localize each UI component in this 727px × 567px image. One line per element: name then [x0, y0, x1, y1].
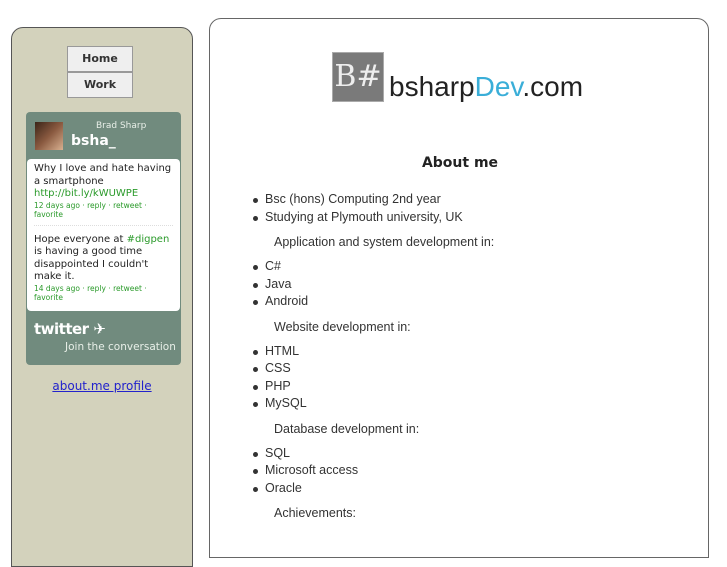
- tweet-text: Hope everyone at: [34, 233, 127, 245]
- tweet-time[interactable]: 14 days ago: [34, 284, 80, 293]
- section-heading: Application and system development in:: [274, 235, 495, 249]
- nav-work-button[interactable]: Work: [67, 72, 133, 98]
- list-item: Java: [253, 276, 494, 294]
- twitter-widget: Brad Sharp bsha_ Why I love and hate hav…: [26, 112, 181, 365]
- tweet-text: Why I love and hate having a smartphone: [34, 163, 172, 187]
- retweet-link[interactable]: retweet: [113, 284, 142, 293]
- section-heading: Website development in:: [274, 319, 411, 334]
- favorite-link[interactable]: favorite: [34, 293, 63, 302]
- tweet: Hope everyone at #digpen is having a goo…: [34, 224, 173, 308]
- tweet-hashtag[interactable]: #digpen: [127, 234, 170, 245]
- twitter-logo[interactable]: twitter ✈: [34, 320, 106, 338]
- list-item: PHP: [253, 378, 494, 396]
- list-item: Android: [253, 293, 494, 311]
- section-heading: Achievements:: [274, 506, 356, 520]
- logo-mark: B#: [332, 52, 384, 102]
- about-me-link[interactable]: about.me profile: [12, 379, 192, 393]
- list-item: HTML: [253, 343, 494, 361]
- list-item: Microsoft access: [253, 462, 494, 480]
- site-logo: bsharpDev.com: [389, 71, 584, 102]
- list-item: C#: [253, 258, 494, 276]
- list-item: Oracle: [253, 480, 494, 498]
- list-item: SQL: [253, 445, 494, 463]
- section-heading: Database development in:: [274, 421, 420, 436]
- twitter-username[interactable]: bsha_: [71, 133, 116, 149]
- favorite-link[interactable]: favorite: [34, 210, 63, 219]
- avatar[interactable]: [35, 122, 63, 150]
- list-item: CSS: [253, 360, 494, 378]
- twitter-bird-icon: ✈: [88, 320, 106, 338]
- tweet-text: is having a good time disappointed I cou…: [34, 246, 149, 282]
- reply-link[interactable]: reply: [87, 201, 106, 210]
- tweet-link[interactable]: http://bit.ly/kWUWPE: [34, 188, 138, 199]
- sidebar: Home Work Brad Sharp bsha_ Why I love an…: [11, 27, 193, 567]
- tweet-time[interactable]: 12 days ago: [34, 201, 80, 210]
- page-title: About me: [421, 155, 499, 171]
- twitter-display-name: Brad Sharp: [96, 121, 147, 131]
- list-item: MySQL: [253, 395, 494, 413]
- join-conversation-link[interactable]: Join the conversation: [65, 341, 176, 353]
- nav-home-button[interactable]: Home: [67, 46, 133, 72]
- tweet: Why I love and hate having a smartphone …: [34, 163, 172, 219]
- list-item: Bsc (hons) Computing 2nd year: [253, 191, 494, 209]
- main-content: B# bsharpDev.com About me Bsc (hons) Com…: [209, 18, 709, 558]
- retweet-link[interactable]: retweet: [113, 201, 142, 210]
- reply-link[interactable]: reply: [87, 284, 106, 293]
- tweet-list: Why I love and hate having a smartphone …: [27, 159, 180, 311]
- list-item: Studying at Plymouth university, UK: [253, 209, 494, 227]
- about-content: Bsc (hons) Computing 2nd year Studying a…: [253, 191, 494, 529]
